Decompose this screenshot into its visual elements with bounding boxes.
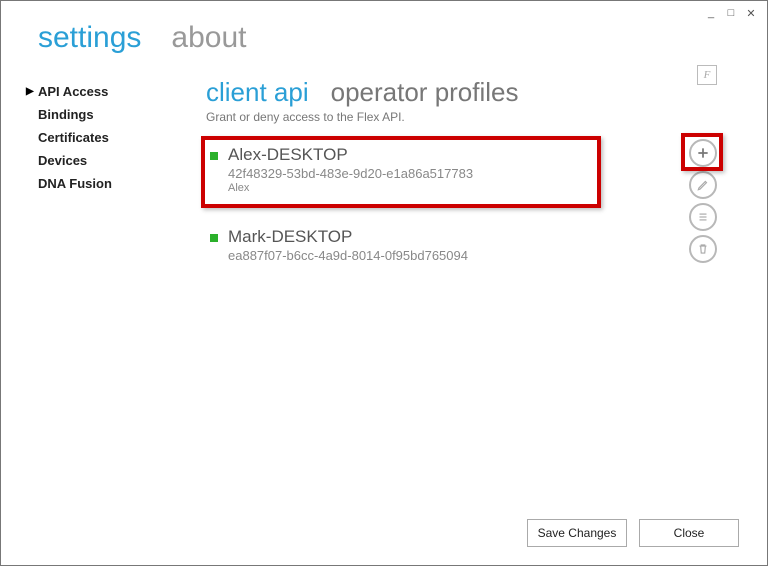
tab-settings[interactable]: settings xyxy=(38,21,141,55)
plus-icon xyxy=(696,146,710,160)
client-item-texts: Alex-DESKTOP 42f48329-53bd-483e-9d20-e1a… xyxy=(228,145,473,194)
client-item-texts: Mark-DESKTOP ea887f07-b6cc-4a9d-8014-0f9… xyxy=(228,227,468,263)
f-badge[interactable]: F xyxy=(697,65,717,85)
client-guid: ea887f07-b6cc-4a9d-8014-0f95bd765094 xyxy=(228,248,468,263)
pencil-icon xyxy=(696,178,710,192)
section-header: client api operator profiles xyxy=(206,77,747,108)
client-guid: 42f48329-53bd-483e-9d20-e1a86a517783 xyxy=(228,166,473,181)
maximize-button[interactable]: □ xyxy=(725,7,737,20)
caret-right-icon: ▶ xyxy=(26,86,36,97)
save-changes-button[interactable]: Save Changes xyxy=(527,519,627,547)
client-list-item[interactable]: Mark-DESKTOP ea887f07-b6cc-4a9d-8014-0f9… xyxy=(206,218,747,273)
client-name: Mark-DESKTOP xyxy=(228,227,468,247)
edit-button[interactable] xyxy=(689,171,717,199)
client-list-item[interactable]: Alex-DESKTOP 42f48329-53bd-483e-9d20-e1a… xyxy=(206,136,747,204)
section-title-secondary: operator profiles xyxy=(331,77,519,108)
section-title-primary: client api xyxy=(206,77,309,108)
window-controls: _ □ ✕ xyxy=(705,7,757,20)
client-user: Alex xyxy=(228,182,473,194)
list-button[interactable] xyxy=(689,203,717,231)
status-indicator-icon xyxy=(210,234,218,242)
sidebar-item-label: Certificates xyxy=(38,130,109,145)
section-subtitle: Grant or deny access to the Flex API. xyxy=(206,110,747,124)
sidebar: ▶ API Access Bindings Certificates Devic… xyxy=(16,75,181,509)
sidebar-item-label: Devices xyxy=(38,153,87,168)
trash-icon xyxy=(696,242,710,256)
close-button[interactable]: Close xyxy=(639,519,739,547)
add-button[interactable] xyxy=(689,139,717,167)
action-column xyxy=(689,139,717,263)
top-tabs: settings about xyxy=(1,1,767,65)
client-list: Alex-DESKTOP 42f48329-53bd-483e-9d20-e1a… xyxy=(206,136,747,273)
sidebar-item-dna-fusion[interactable]: DNA Fusion xyxy=(16,172,181,195)
sidebar-item-label: API Access xyxy=(38,84,108,99)
sidebar-item-label: DNA Fusion xyxy=(38,176,112,191)
delete-button[interactable] xyxy=(689,235,717,263)
content: F client api operator profiles Grant or … xyxy=(181,75,747,509)
sidebar-item-label: Bindings xyxy=(38,107,94,122)
sidebar-item-devices[interactable]: Devices xyxy=(16,149,181,172)
footer-buttons: Save Changes Close xyxy=(527,519,739,547)
list-icon xyxy=(696,210,710,224)
main-area: ▶ API Access Bindings Certificates Devic… xyxy=(1,65,767,509)
close-window-button[interactable]: ✕ xyxy=(745,7,757,20)
status-indicator-icon xyxy=(210,152,218,160)
sidebar-item-bindings[interactable]: Bindings xyxy=(16,103,181,126)
sidebar-item-api-access[interactable]: ▶ API Access xyxy=(16,80,181,103)
client-name: Alex-DESKTOP xyxy=(228,145,473,165)
sidebar-item-certificates[interactable]: Certificates xyxy=(16,126,181,149)
tab-about[interactable]: about xyxy=(171,21,246,55)
minimize-button[interactable]: _ xyxy=(705,7,717,20)
